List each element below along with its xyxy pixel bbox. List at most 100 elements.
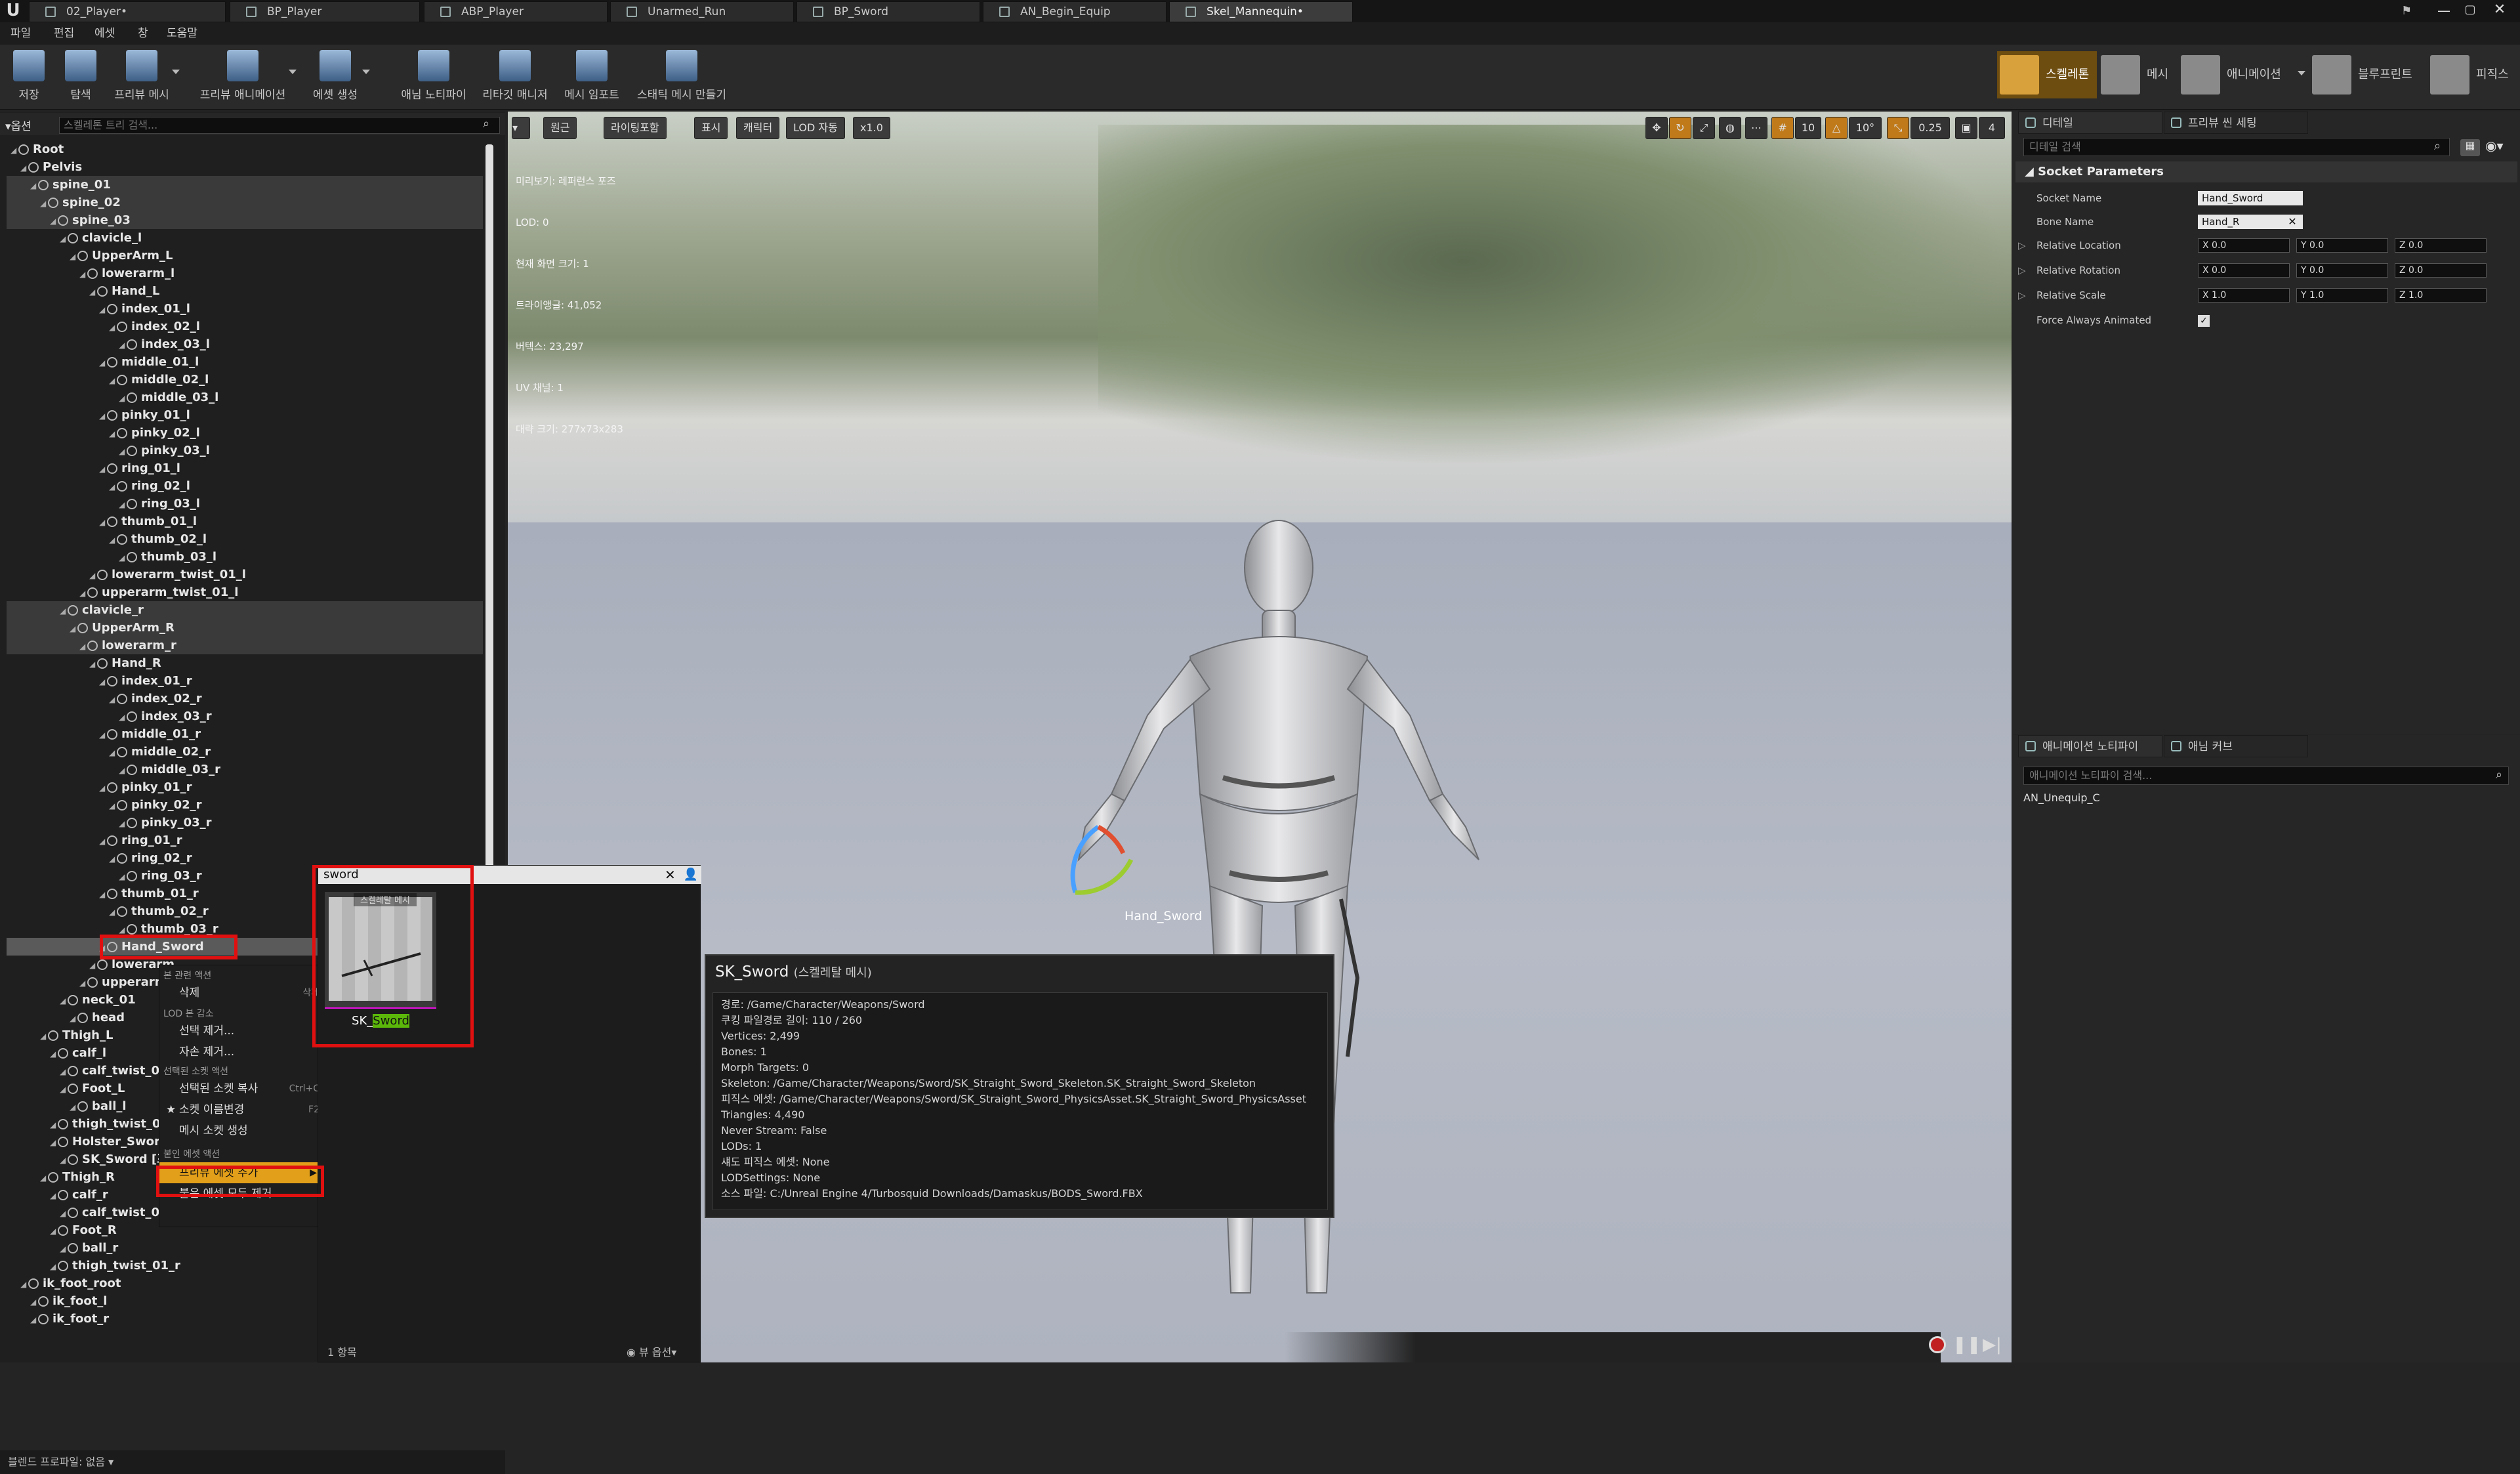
camera-speed-value[interactable]: 4	[1979, 117, 2005, 139]
notify-search-input[interactable]: 애니메이션 노티파이 검색...	[2023, 767, 2509, 785]
preview-mesh-button[interactable]: 프리뷰 메시	[110, 47, 173, 108]
scale-y-field[interactable]: Y 1.0	[2296, 288, 2388, 303]
tab-skel-mannequin[interactable]: Skel_Mannequin•	[1169, 1, 1353, 22]
expand-arrow-icon[interactable]: ▷	[2018, 234, 2026, 257]
expand-arrow-icon[interactable]: ◢	[70, 1010, 77, 1028]
tree-bone-row[interactable]: ◢ lowerarm_l	[7, 264, 483, 282]
grid-snap-value[interactable]: 10	[1795, 117, 1821, 139]
expand-arrow-icon[interactable]: ◢	[109, 532, 117, 549]
rotate-tool-icon[interactable]: ↻	[1669, 117, 1691, 139]
tree-bone-row[interactable]: ◢ ring_03_l	[7, 495, 483, 513]
tree-bone-row[interactable]: ◢ pinky_01_r	[7, 778, 483, 796]
tree-bone-row[interactable]: ◢ pinky_03_r	[7, 814, 483, 832]
tree-bone-row[interactable]: ◢ Pelvis	[7, 158, 483, 176]
expand-arrow-icon[interactable]: ◢	[60, 1240, 68, 1258]
expand-arrow-icon[interactable]: ◢	[119, 709, 127, 726]
expand-arrow-icon[interactable]: ◢	[109, 319, 117, 337]
expand-arrow-icon[interactable]: ◢	[109, 744, 117, 762]
expand-arrow-icon[interactable]: ◢	[99, 726, 107, 744]
expand-arrow-icon[interactable]: ◢	[30, 177, 38, 195]
unreal-logo-icon[interactable]: U	[1, 0, 25, 22]
lod-auto-button[interactable]: LOD 자동	[786, 117, 845, 139]
rotation-snap-icon[interactable]: △	[1825, 117, 1848, 139]
mode-mesh-button[interactable]: 메시	[2098, 51, 2177, 98]
character-button[interactable]: 캐릭터	[736, 117, 780, 139]
expand-arrow-icon[interactable]: ◢	[30, 1294, 38, 1311]
expand-arrow-icon[interactable]: ◢	[79, 585, 87, 602]
close-window-button[interactable]: ✕	[2487, 1, 2513, 20]
expand-arrow-icon[interactable]: ▷	[2018, 284, 2026, 307]
expand-arrow-icon[interactable]: ◢	[10, 142, 18, 159]
expand-arrow-icon[interactable]: ◢	[119, 549, 127, 567]
expand-arrow-icon[interactable]: ◢	[119, 496, 127, 514]
expand-arrow-icon[interactable]: ◢	[119, 390, 127, 408]
expand-arrow-icon[interactable]: ◢	[89, 567, 97, 585]
tree-bone-row[interactable]: ◢ middle_02_r	[7, 743, 483, 761]
expand-arrow-icon[interactable]: ◢	[70, 248, 77, 266]
tree-bone-row[interactable]: ◢ spine_02	[7, 194, 483, 211]
location-z-field[interactable]: Z 0.0	[2395, 238, 2487, 253]
expand-arrow-icon[interactable]: ◢	[79, 266, 87, 284]
menu-file[interactable]: 파일	[10, 22, 31, 45]
tree-bone-row[interactable]: ◢ UpperArm_R	[7, 619, 483, 637]
expand-arrow-icon[interactable]: ◢	[119, 337, 127, 354]
translate-tool-icon[interactable]: ✥	[1645, 117, 1668, 139]
expand-arrow-icon[interactable]: ◢	[50, 1134, 58, 1152]
tree-bone-row[interactable]: ◢ lowerarm_r	[7, 637, 483, 654]
world-local-icon[interactable]: ◍	[1719, 117, 1741, 139]
camera-speed-icon[interactable]: ▣	[1955, 117, 1977, 139]
expand-arrow-icon[interactable]: ◢	[40, 195, 48, 213]
tab-preview-scene-settings[interactable]: 프리뷰 씬 세팅	[2164, 112, 2308, 134]
rotation-z-field[interactable]: Z 0.0	[2395, 263, 2487, 278]
clear-search-icon[interactable]: ✕	[665, 866, 680, 884]
tree-bone-row[interactable]: ◢ index_03_l	[7, 335, 483, 353]
expand-arrow-icon[interactable]: ◢	[70, 1099, 77, 1116]
tree-bone-row[interactable]: ◢ middle_03_l	[7, 389, 483, 406]
tree-bone-row[interactable]: ◢ clavicle_l	[7, 229, 483, 247]
expand-arrow-icon[interactable]: ◢	[60, 1063, 68, 1081]
maximize-button[interactable]: ▢	[2460, 3, 2480, 18]
expand-arrow-icon[interactable]: ◢	[89, 656, 97, 673]
mode-physics-button[interactable]: 피직스	[2427, 51, 2519, 98]
scale-z-field[interactable]: Z 1.0	[2395, 288, 2487, 303]
expand-arrow-icon[interactable]: ◢	[109, 851, 117, 868]
tab-bp-sword[interactable]: BP_Sword	[796, 1, 980, 22]
expand-arrow-icon[interactable]: ◢	[89, 284, 97, 301]
expand-arrow-icon[interactable]: ◢	[119, 443, 127, 461]
expand-arrow-icon[interactable]: ◢	[99, 833, 107, 851]
copy-socket-menu-item[interactable]: 선택된 소켓 복사 Ctrl+C	[159, 1078, 322, 1099]
user-filter-icon[interactable]: 👤	[682, 866, 700, 884]
tree-bone-row[interactable]: ◢ Hand_R	[7, 654, 483, 672]
retarget-manager-button[interactable]: 리타깃 매니저	[479, 47, 551, 108]
create-asset-button[interactable]: 에셋 생성	[306, 47, 365, 108]
expand-arrow-icon[interactable]: ◢	[109, 904, 117, 921]
tree-bone-row[interactable]: ◢ index_02_l	[7, 318, 483, 335]
mode-blueprint-button[interactable]: 블루프린트	[2309, 51, 2427, 98]
expand-arrow-icon[interactable]: ◢	[40, 1028, 48, 1045]
expand-arrow-icon[interactable]: ◢	[99, 886, 107, 904]
tab-anim-notifies[interactable]: 애니메이션 노티파이	[2018, 735, 2162, 757]
expand-arrow-icon[interactable]: ◢	[99, 780, 107, 797]
expand-arrow-icon[interactable]: ◢	[99, 673, 107, 691]
expand-arrow-icon[interactable]: ◢	[119, 815, 127, 833]
expand-arrow-icon[interactable]: ◢	[50, 1116, 58, 1134]
expand-arrow-icon[interactable]: ◢	[89, 957, 97, 975]
skeleton-tree-search-input[interactable]: 스켈레톤 트리 검색...	[59, 117, 500, 134]
preview-mesh-dropdown-icon[interactable]	[172, 70, 180, 74]
tree-bone-row[interactable]: ◢ pinky_01_l	[7, 406, 483, 424]
lit-mode-button[interactable]: 라이팅포함	[604, 117, 667, 139]
location-y-field[interactable]: Y 0.0	[2296, 238, 2388, 253]
delete-menu-item[interactable]: 삭제 삭제	[159, 982, 322, 1003]
expand-arrow-icon[interactable]: ◢	[60, 992, 68, 1010]
pause-button[interactable]: ❚❚	[1952, 1335, 1981, 1355]
expand-arrow-icon[interactable]: ▷	[2018, 259, 2026, 282]
tab-unarmed-run[interactable]: Unarmed_Run	[610, 1, 794, 22]
import-mesh-button[interactable]: 메시 임포트	[559, 47, 625, 108]
view-options-eye-icon[interactable]: ◉▾	[2485, 138, 2504, 154]
browse-button[interactable]: 탐색	[58, 47, 104, 108]
tab-02-player[interactable]: 02_Player•	[29, 1, 226, 22]
expand-arrow-icon[interactable]: ◢	[109, 425, 117, 443]
expand-arrow-icon[interactable]: ◢	[50, 1258, 58, 1276]
tab-abp-player[interactable]: ABP_Player	[424, 1, 608, 22]
tree-bone-row[interactable]: ◢ index_03_r	[7, 707, 483, 725]
